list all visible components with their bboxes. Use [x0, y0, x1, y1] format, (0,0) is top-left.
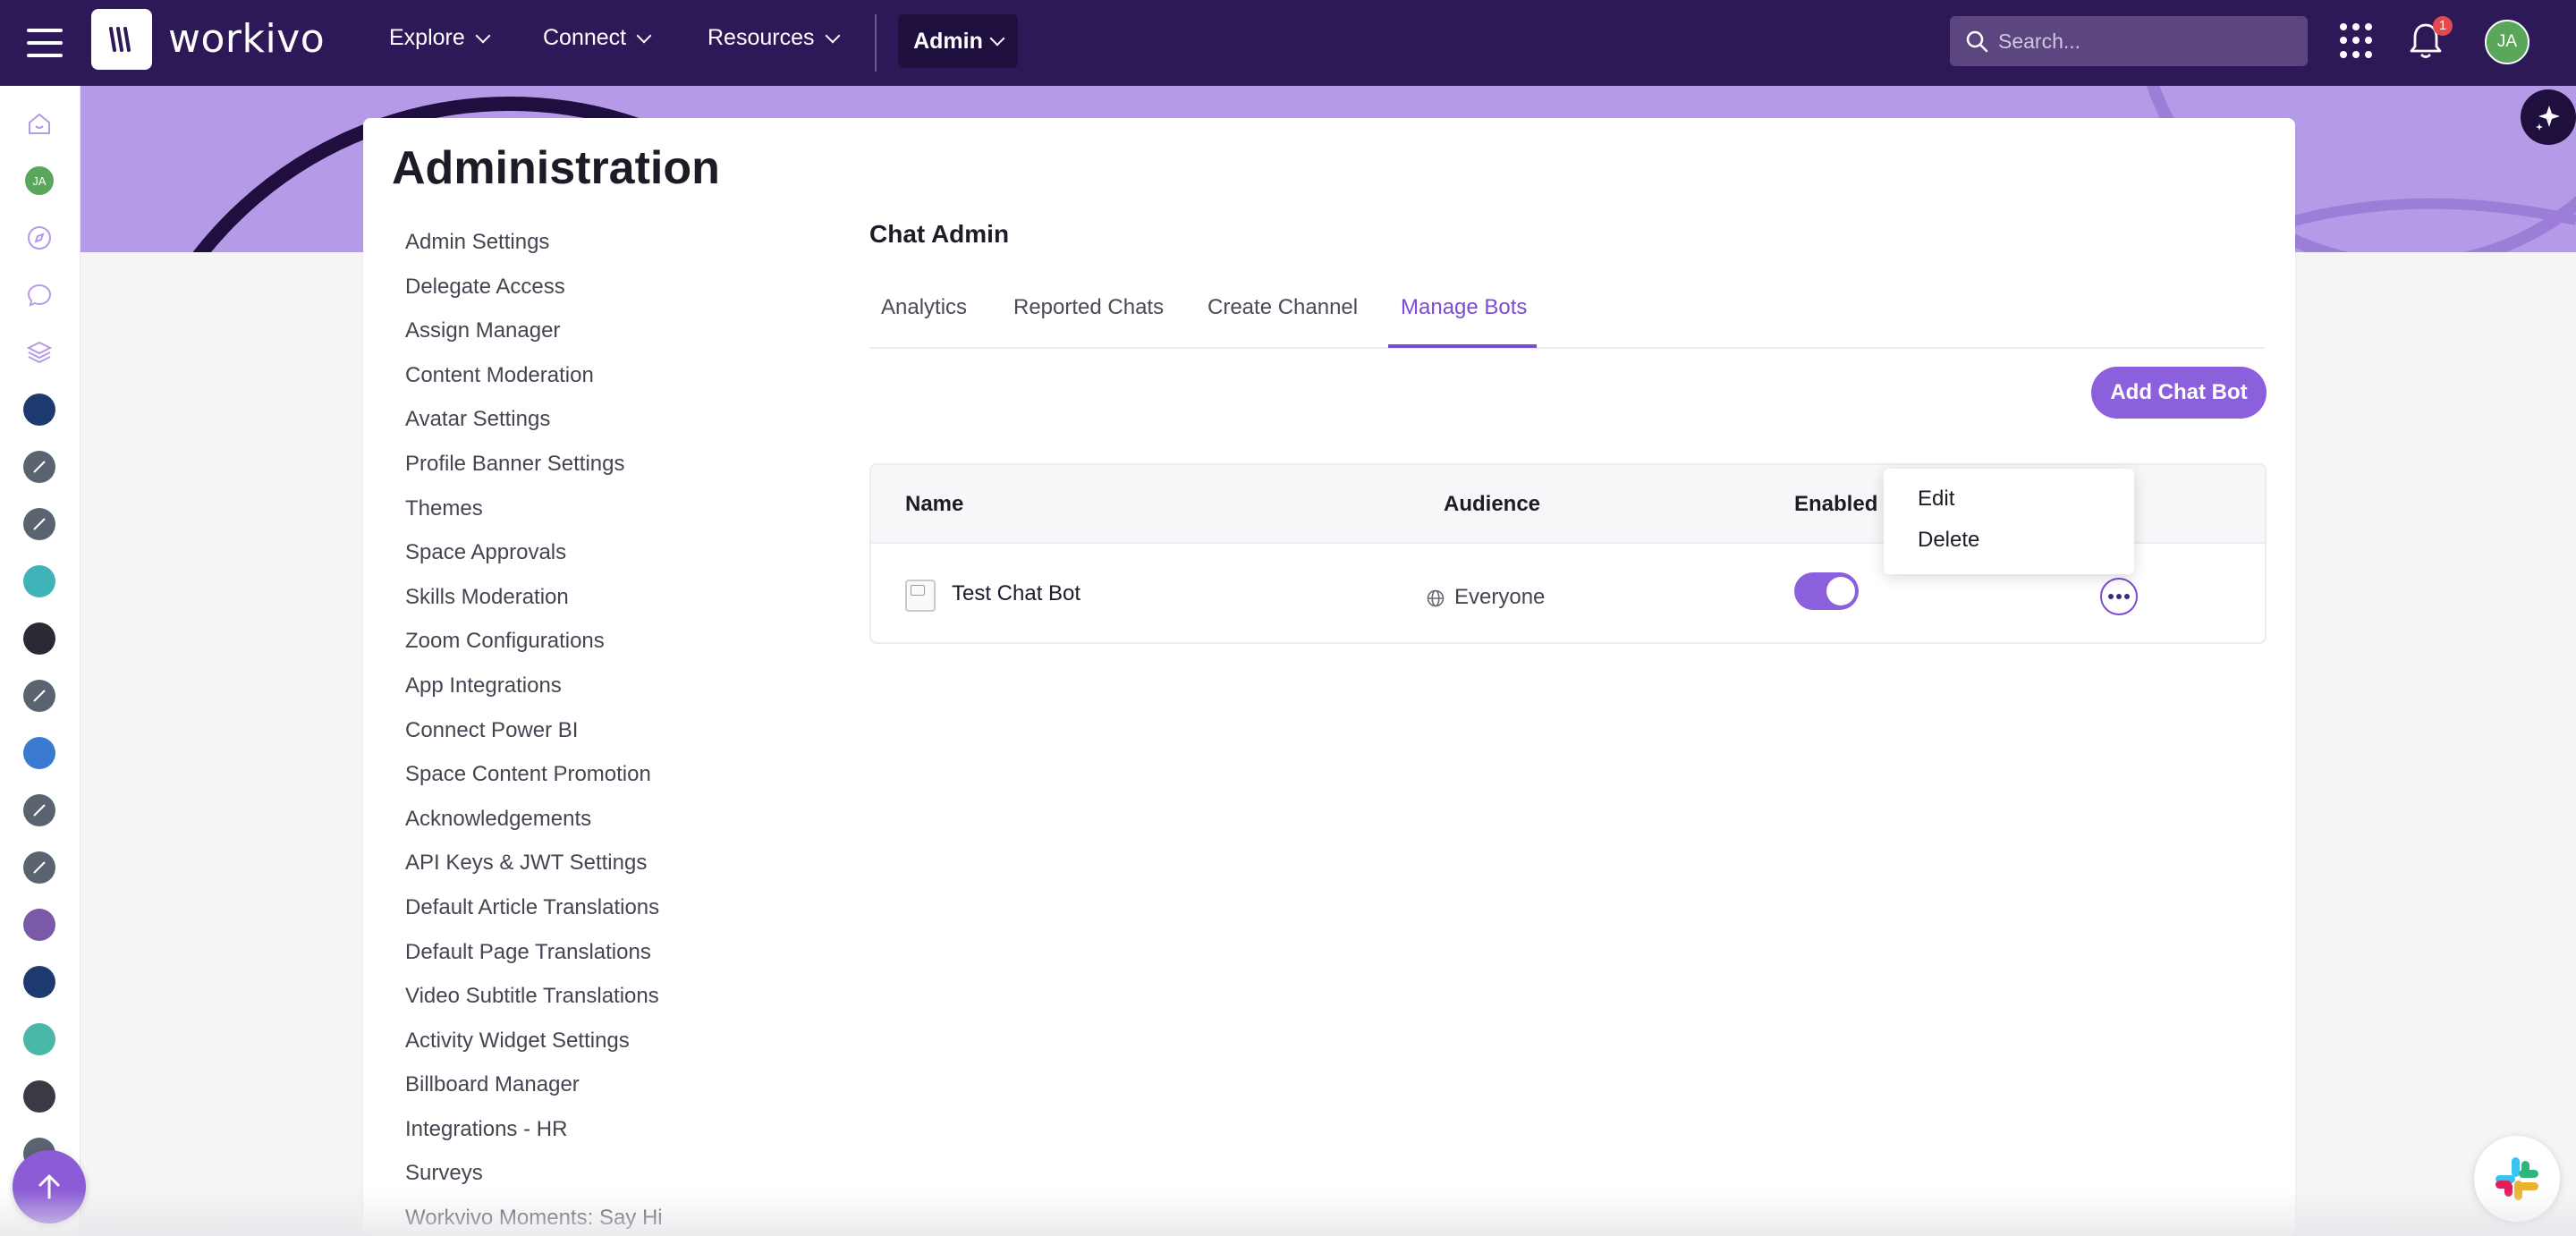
space-icon[interactable] — [23, 451, 55, 483]
apps-grid-icon[interactable] — [2340, 23, 2376, 59]
search-icon — [1966, 30, 1988, 53]
admin-menu-item[interactable]: Default Page Translations — [405, 939, 663, 984]
admin-menu-item[interactable]: Avatar Settings — [405, 406, 663, 451]
space-icon[interactable] — [23, 737, 55, 769]
admin-menu-item[interactable]: Content Moderation — [405, 362, 663, 407]
nav-connect[interactable]: Connect — [543, 25, 652, 51]
chevron-down-icon — [825, 28, 840, 43]
space-icon[interactable] — [23, 966, 55, 998]
bot-enabled-toggle[interactable] — [1794, 572, 1859, 610]
chat-icon[interactable] — [23, 279, 55, 311]
nav-divider — [875, 14, 877, 72]
admin-menu-item[interactable]: Admin Settings — [405, 229, 663, 274]
space-icon[interactable] — [23, 680, 55, 712]
sidebar-avatar[interactable]: JA — [23, 165, 55, 197]
row-actions-menu: Edit Delete — [1884, 469, 2134, 574]
admin-menu-item[interactable]: Themes — [405, 495, 663, 540]
arrow-up-icon — [38, 1174, 60, 1199]
column-header-audience: Audience — [1444, 492, 1541, 516]
search-input[interactable] — [1998, 29, 2302, 54]
top-navigation-bar: workivo Explore Connect Resources Admin … — [0, 0, 2576, 86]
app-logo-text[interactable]: workivo — [168, 16, 325, 62]
user-avatar[interactable]: JA — [2485, 20, 2529, 64]
ai-assistant-button[interactable] — [2521, 89, 2576, 145]
scroll-to-top-button[interactable] — [13, 1150, 86, 1223]
page-title: Administration — [392, 142, 720, 194]
workvivo-logo-icon[interactable] — [91, 9, 152, 70]
bot-audience: Everyone — [1454, 585, 1546, 609]
menu-item-delete[interactable]: Delete — [1918, 528, 1979, 553]
nav-resources[interactable]: Resources — [708, 25, 840, 51]
bot-name: Test Chat Bot — [952, 581, 1081, 605]
chat-admin-tabs: Analytics Reported Chats Create Channel … — [869, 286, 2265, 349]
admin-menu-item[interactable]: Assign Manager — [405, 317, 663, 362]
nav-connect-label: Connect — [543, 25, 627, 50]
globe-icon — [1427, 589, 1445, 607]
space-icon[interactable] — [23, 794, 55, 826]
chevron-down-icon — [475, 28, 491, 43]
admin-menu-item[interactable]: API Keys & JWT Settings — [405, 850, 663, 894]
space-icon[interactable] — [23, 1023, 55, 1055]
space-icon[interactable] — [23, 508, 55, 540]
nav-explore[interactable]: Explore — [389, 25, 491, 51]
chat-admin-title: Chat Admin — [869, 220, 1010, 248]
compass-icon[interactable] — [23, 222, 55, 254]
space-icon[interactable] — [23, 909, 55, 941]
left-sidebar: JA — [0, 86, 80, 1236]
nav-resources-label: Resources — [708, 25, 815, 50]
admin-menu-item[interactable]: Billboard Manager — [405, 1071, 663, 1116]
admin-menu-item[interactable]: App Integrations — [405, 673, 663, 717]
tab-manage-bots[interactable]: Manage Bots — [1401, 295, 1527, 320]
admin-menu-item[interactable]: Acknowledgements — [405, 806, 663, 851]
menu-item-edit[interactable]: Edit — [1918, 487, 1954, 512]
admin-menu-item[interactable]: Zoom Configurations — [405, 628, 663, 673]
search-box[interactable] — [1950, 16, 2308, 66]
tab-reported-chats[interactable]: Reported Chats — [1013, 295, 1164, 320]
admin-menu-item[interactable]: Surveys — [405, 1160, 663, 1205]
tab-analytics[interactable]: Analytics — [881, 295, 967, 320]
nav-admin[interactable]: Admin — [898, 14, 1018, 68]
admin-menu-item[interactable]: Integrations - HR — [405, 1116, 663, 1161]
nav-explore-label: Explore — [389, 25, 465, 50]
space-icon[interactable] — [23, 622, 55, 655]
layers-icon[interactable] — [23, 336, 55, 368]
space-icon[interactable] — [23, 851, 55, 884]
admin-menu-item[interactable]: Space Approvals — [405, 539, 663, 584]
add-chat-bot-button[interactable]: Add Chat Bot — [2091, 367, 2267, 419]
admin-menu-item[interactable]: Workvivo Moments: Say Hi — [405, 1205, 663, 1236]
menu-icon[interactable] — [25, 23, 64, 63]
space-icon[interactable] — [23, 1080, 55, 1113]
home-icon[interactable] — [23, 107, 55, 140]
admin-menu-item[interactable]: Skills Moderation — [405, 584, 663, 629]
space-icon[interactable] — [23, 565, 55, 597]
bot-avatar-image — [905, 580, 936, 612]
admin-menu-item[interactable]: Delegate Access — [405, 274, 663, 318]
nav-admin-label: Admin — [913, 28, 983, 54]
space-icon[interactable] — [23, 394, 55, 426]
admin-settings-menu: Admin Settings Delegate Access Assign Ma… — [405, 229, 663, 1236]
tab-create-channel[interactable]: Create Channel — [1208, 295, 1358, 320]
chevron-down-icon — [989, 30, 1005, 47]
admin-menu-item[interactable]: Space Content Promotion — [405, 761, 663, 806]
admin-menu-item[interactable]: Profile Banner Settings — [405, 451, 663, 495]
column-header-enabled: Enabled — [1794, 492, 1878, 516]
admin-menu-item[interactable]: Activity Widget Settings — [405, 1028, 663, 1072]
admin-menu-item[interactable]: Default Article Translations — [405, 894, 663, 939]
active-tab-indicator — [1388, 344, 1537, 348]
sparkle-icon — [2536, 106, 2560, 131]
notification-count-badge: 1 — [2433, 16, 2453, 36]
column-header-name: Name — [905, 492, 964, 516]
chevron-down-icon — [636, 28, 652, 43]
admin-menu-item[interactable]: Video Subtitle Translations — [405, 983, 663, 1028]
admin-menu-item[interactable]: Connect Power BI — [405, 717, 663, 762]
row-actions-button[interactable] — [2100, 578, 2138, 615]
slack-icon[interactable] — [2474, 1136, 2560, 1222]
